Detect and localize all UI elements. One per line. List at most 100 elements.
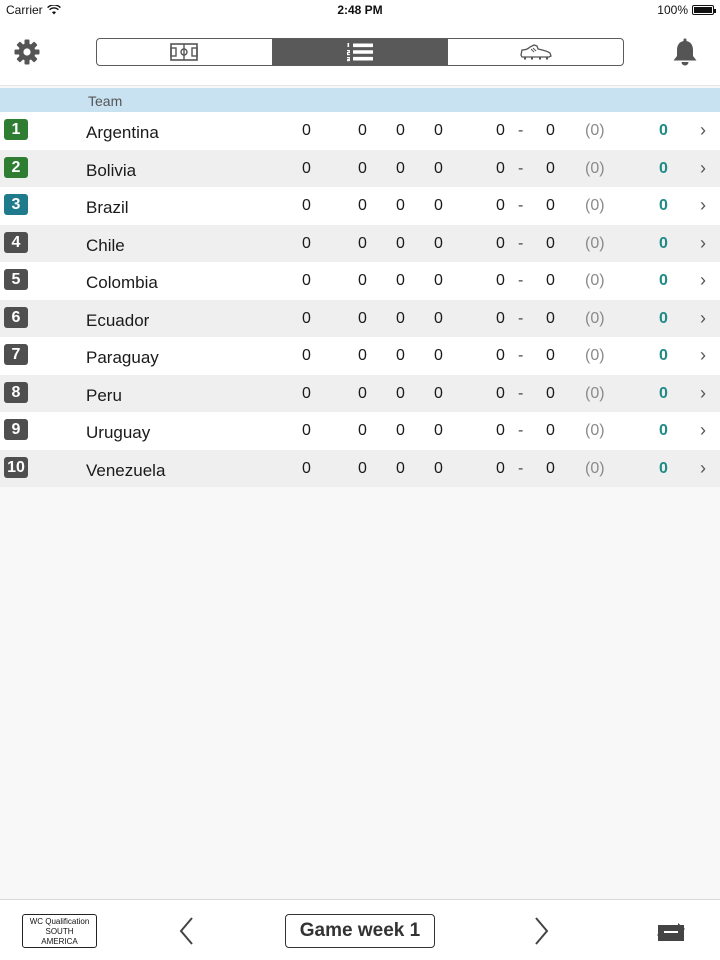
team-row-bolivia[interactable]: 2 Bolivia 0 0 0 0 0-0 (0) 0 › bbox=[0, 149, 720, 187]
next-week-button[interactable] bbox=[530, 916, 552, 946]
team-name: Venezuela bbox=[86, 460, 166, 480]
team-name: Ecuador bbox=[86, 310, 150, 330]
goals-against-value: 0 bbox=[546, 384, 555, 402]
rank-badge: 1 bbox=[4, 119, 28, 140]
team-row-colombia[interactable]: 5 Colombia 0 0 0 0 0-0 (0) 0 › bbox=[0, 262, 720, 300]
chevron-right-icon bbox=[535, 917, 549, 945]
segment-scorers[interactable] bbox=[447, 39, 623, 65]
team-row-chile[interactable]: 4 Chile 0 0 0 0 0-0 (0) 0 › bbox=[0, 224, 720, 262]
competition-name-line3: AMERICA bbox=[41, 937, 78, 946]
drawn-value: 0 bbox=[396, 272, 405, 289]
chevron-right-icon: › bbox=[700, 457, 706, 478]
chevron-right-icon: › bbox=[700, 195, 706, 215]
played-value: 0 bbox=[302, 159, 311, 177]
lost-value: 0 bbox=[434, 459, 443, 477]
goal-difference-value: (0) bbox=[585, 272, 605, 289]
goal-difference-value: (0) bbox=[585, 159, 605, 177]
segment-standings[interactable] bbox=[271, 39, 448, 65]
goals-against-value: 0 bbox=[546, 422, 555, 439]
bottom-bar: WC Qualification SOUTH AMERICA Game week… bbox=[0, 899, 720, 960]
played-value: 0 bbox=[302, 384, 311, 402]
game-week-button[interactable]: Game week 1 bbox=[285, 914, 435, 948]
team-name: Chile bbox=[86, 235, 125, 255]
score-separator: - bbox=[518, 309, 524, 327]
goals-for-value: 0 bbox=[496, 234, 505, 252]
played-value: 0 bbox=[302, 347, 311, 364]
top-bar bbox=[0, 20, 720, 86]
notifications-button[interactable] bbox=[670, 37, 700, 67]
previous-week-button[interactable] bbox=[176, 916, 198, 946]
goals-for-value: 0 bbox=[496, 309, 505, 327]
team-row-ecuador[interactable]: 6 Ecuador 0 0 0 0 0-0 (0) 0 › bbox=[0, 299, 720, 337]
team-row-peru[interactable]: 8 Peru 0 0 0 0 0-0 (0) 0 › bbox=[0, 374, 720, 412]
standings-table: 1 Argentina 0 0 0 0 0-0 (0) 0 › 2 Bolivia 0 0 0 0 0-0 (0)… bbox=[0, 112, 720, 487]
goal-difference-value: (0) bbox=[585, 384, 605, 402]
points-value: 0 bbox=[659, 197, 668, 214]
team-row-uruguay[interactable]: 9 Uruguay 0 0 0 0 0-0 (0) 0 › bbox=[0, 412, 720, 450]
points-value: 0 bbox=[659, 234, 668, 252]
won-value: 0 bbox=[358, 159, 367, 177]
drawn-value: 0 bbox=[396, 347, 405, 364]
won-value: 0 bbox=[358, 197, 367, 214]
status-bar: Carrier 2:48 PM 100% bbox=[0, 0, 720, 20]
drawn-value: 0 bbox=[396, 122, 405, 139]
won-value: 0 bbox=[358, 384, 367, 402]
goal-difference-value: (0) bbox=[585, 122, 605, 139]
goals-for-value: 0 bbox=[496, 197, 505, 214]
team-row-brazil[interactable]: 3 Brazil 0 0 0 0 0-0 (0) 0 › bbox=[0, 187, 720, 225]
bell-icon bbox=[673, 38, 697, 66]
lost-value: 0 bbox=[434, 234, 443, 252]
team-name: Bolivia bbox=[86, 160, 137, 180]
settings-button[interactable] bbox=[13, 38, 41, 66]
competition-selector[interactable]: WC Qualification SOUTH AMERICA bbox=[22, 914, 97, 948]
segment-pitch[interactable] bbox=[97, 39, 272, 65]
team-name: Argentina bbox=[86, 123, 159, 142]
ranked-list-icon bbox=[347, 43, 373, 62]
drawn-value: 0 bbox=[396, 459, 405, 477]
score-separator: - bbox=[518, 384, 524, 402]
chevron-right-icon: › bbox=[700, 382, 706, 403]
team-row-argentina[interactable]: 1 Argentina 0 0 0 0 0-0 (0) 0 › bbox=[0, 112, 720, 150]
battery-indicator: 100% bbox=[657, 3, 716, 17]
toggle-view-button[interactable] bbox=[654, 919, 688, 945]
chevron-left-icon bbox=[179, 917, 193, 945]
score-separator: - bbox=[518, 197, 524, 214]
points-value: 0 bbox=[659, 272, 668, 289]
team-column-header: Team bbox=[88, 93, 123, 109]
goal-difference-value: (0) bbox=[585, 459, 605, 477]
battery-icon bbox=[692, 5, 716, 15]
played-value: 0 bbox=[302, 234, 311, 252]
goals-against-value: 0 bbox=[546, 272, 555, 289]
points-value: 0 bbox=[659, 422, 668, 439]
gear-icon bbox=[14, 39, 40, 65]
goals-for-value: 0 bbox=[496, 272, 505, 289]
lost-value: 0 bbox=[434, 197, 443, 214]
score-separator: - bbox=[518, 234, 524, 252]
chevron-right-icon: › bbox=[700, 120, 706, 140]
goals-for-value: 0 bbox=[496, 122, 505, 139]
goal-difference-value: (0) bbox=[585, 197, 605, 214]
goals-against-value: 0 bbox=[546, 347, 555, 364]
competition-name-line1: WC Qualification bbox=[29, 917, 90, 926]
team-name: Uruguay bbox=[86, 423, 151, 442]
played-value: 0 bbox=[302, 459, 311, 477]
points-value: 0 bbox=[659, 159, 668, 177]
goals-against-value: 0 bbox=[546, 459, 555, 477]
rank-badge: 5 bbox=[4, 269, 28, 290]
view-segmented-control bbox=[96, 38, 624, 66]
rank-badge: 9 bbox=[4, 419, 28, 440]
rank-badge: 4 bbox=[4, 231, 28, 253]
chevron-right-icon: › bbox=[700, 420, 706, 440]
score-separator: - bbox=[518, 122, 524, 139]
team-name: Colombia bbox=[86, 273, 158, 292]
drawn-value: 0 bbox=[396, 234, 405, 252]
competition-name-line2: SOUTH bbox=[45, 927, 74, 936]
goal-difference-value: (0) bbox=[585, 347, 605, 364]
team-row-paraguay[interactable]: 7 Paraguay 0 0 0 0 0-0 (0) 0 › bbox=[0, 337, 720, 375]
goals-for-value: 0 bbox=[496, 422, 505, 439]
goals-against-value: 0 bbox=[546, 159, 555, 177]
chevron-right-icon: › bbox=[700, 307, 706, 328]
score-separator: - bbox=[518, 272, 524, 289]
goals-for-value: 0 bbox=[496, 384, 505, 402]
team-row-venezuela[interactable]: 10 Venezuela 0 0 0 0 0-0 (0) 0 › bbox=[0, 449, 720, 487]
